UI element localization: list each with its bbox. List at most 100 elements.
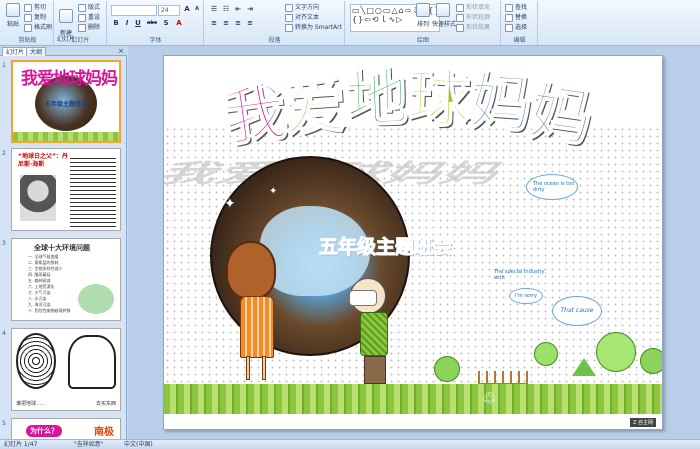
select-button[interactable]: 选择 <box>505 22 527 32</box>
text-direction-label: 文字方向 <box>295 4 320 11</box>
tab-slides[interactable]: 幻灯片 <box>2 47 29 56</box>
tab-outline[interactable]: 大纲 <box>26 47 47 56</box>
align-right-button[interactable]: ≡ <box>233 19 243 28</box>
shape-effects-button[interactable]: 形状效果 <box>456 22 490 32</box>
replace-button[interactable]: 替换 <box>505 12 527 22</box>
thumb-subtitle: 五年级主题班会 <box>45 101 88 108</box>
caption-left: 谁把地球…… <box>16 401 47 407</box>
speech-bubble: That cause <box>552 296 602 326</box>
font-color-button[interactable]: A <box>174 19 184 28</box>
find-button[interactable]: 查找 <box>505 2 527 12</box>
girl-hair <box>226 241 276 299</box>
language-indicator[interactable]: 中文(中国) <box>124 440 153 449</box>
strikethrough-button[interactable]: abc <box>145 19 159 28</box>
slide-counter: 幻灯片 1/47 <box>4 441 38 448</box>
format-painter-label: 格式刷 <box>34 24 53 31</box>
align-text-button[interactable]: 对齐文本 <box>285 12 319 22</box>
justify-button[interactable]: ≡ <box>245 19 255 28</box>
tree <box>434 356 460 382</box>
cut-button[interactable]: 剪切 <box>24 2 46 12</box>
thumb-title: “地球日之父”：丹尼斯·海斯 <box>18 153 68 168</box>
paragraph-group-label: 段落 <box>268 37 281 44</box>
align-center-button[interactable]: ≡ <box>221 19 231 28</box>
title-char: 地 <box>344 60 411 137</box>
slide-thumbnail-1[interactable]: 我爱地球妈妈 五年级主题班会 <box>11 60 121 143</box>
clipboard-group: 粘贴 剪切 复制 格式刷 剪贴板 <box>2 1 54 45</box>
slide-thumbnail-4[interactable]: 谁把地球…… 去买东西 <box>11 328 121 411</box>
portrait-image <box>20 175 56 221</box>
copy-button[interactable]: 复制 <box>24 12 46 22</box>
font-name-select[interactable] <box>111 5 157 16</box>
sparkle-icon: ✦ <box>269 186 278 197</box>
numbering-button[interactable]: ☷ <box>221 5 231 14</box>
slide-thumbnail-2[interactable]: “地球日之父”：丹尼斯·海斯 <box>11 148 121 231</box>
bullets-button[interactable]: ☰ <box>209 5 219 14</box>
align-left-button[interactable]: ≡ <box>209 19 219 28</box>
sparkle-icon: ✦ <box>224 196 236 212</box>
grow-font-button[interactable]: A <box>182 5 192 14</box>
slides-panel: 幻灯片 大纲 × 1 我爱地球妈妈 五年级主题班会 2 “地球日之父”：丹尼斯·… <box>0 46 127 448</box>
decoration-shape <box>78 284 114 314</box>
issue-list: 一. 全球气候变暖 二. 臭氧层的损耗 三. 生物多样性减少 四. 酸雨蔓延 五. 森林… <box>28 254 71 314</box>
slide-thumbnail-3[interactable]: 全球十大环境问题 一. 全球气候变暖 二. 臭氧层的损耗 三. 生物多样性减少 四. … <box>11 238 121 321</box>
grass-strip <box>164 384 662 414</box>
shape-fill-button[interactable]: 形状填充 <box>456 2 490 12</box>
caption-right: 去买东西 <box>95 401 116 407</box>
slide-subtitle[interactable]: 五年级主题班会 <box>318 232 452 259</box>
decrease-indent-button[interactable]: ⇤ <box>233 5 243 14</box>
cut-label: 剪切 <box>34 4 47 11</box>
shadow-button[interactable]: S <box>161 19 171 28</box>
thumb-side: 南极 <box>94 427 114 438</box>
quick-styles-button[interactable]: 快速样式 <box>432 3 456 28</box>
text-direction-icon <box>285 3 293 12</box>
reset-button[interactable]: 重设 <box>78 12 100 22</box>
paint-bucket-icon <box>456 3 464 12</box>
format-painter-button[interactable]: 格式刷 <box>24 22 52 32</box>
tree <box>534 342 558 366</box>
paste-icon <box>6 3 20 17</box>
increase-indent-button[interactable]: ⇥ <box>245 5 255 14</box>
slide-number: 1 <box>2 62 6 69</box>
copy-icon <box>24 13 32 22</box>
cartoon-earth <box>16 333 56 389</box>
arrange-button[interactable]: 排列 <box>414 3 432 28</box>
tree <box>596 332 636 372</box>
reset-icon <box>78 13 86 22</box>
italic-button[interactable]: I <box>122 19 132 28</box>
bubble-text: The special Industry, with <box>494 269 547 281</box>
boy-shirt <box>360 312 388 356</box>
bubble-text: The ocean is too dirty <box>533 181 575 193</box>
slides-group: 新建 幻灯片 版式 重设 删除 幻灯片 <box>55 1 107 45</box>
house-roof <box>572 358 596 376</box>
cursor-icon <box>505 23 513 32</box>
font-size-select[interactable]: 24 <box>158 5 180 16</box>
cartoon-figure <box>68 335 116 389</box>
bold-button[interactable]: B <box>111 19 121 28</box>
delete-icon <box>78 23 86 32</box>
shape-outline-button[interactable]: 形状轮廓 <box>456 12 490 22</box>
speech-bubble: I'm sorry <box>509 288 543 304</box>
speech-bubble: The ocean is too dirty <box>526 174 578 200</box>
reset-label: 重设 <box>88 14 101 21</box>
grass-strip <box>13 132 119 141</box>
font-group: 24 A A B I U abc S A 字体 <box>108 1 204 45</box>
drawing-group-label: 绘图 <box>416 37 429 44</box>
shrink-font-button[interactable]: A <box>192 5 202 14</box>
girl-leg <box>262 356 266 380</box>
smartart-icon <box>285 23 293 32</box>
smartart-button[interactable]: 转换为 SmartArt <box>285 22 342 32</box>
close-icon[interactable]: × <box>118 47 124 55</box>
drawing-group: ▭╲□○▭△⌂⇨⇩☆{}{}⇦⟲ｌ∿▷ 排列 快速样式 形状填充 形状轮廓 形状… <box>346 1 501 45</box>
effects-icon <box>456 23 464 32</box>
slide-number: 2 <box>2 150 6 157</box>
text-block <box>70 155 116 227</box>
underline-button[interactable]: U <box>133 19 143 28</box>
text-direction-button[interactable]: 文字方向 <box>285 2 319 12</box>
delete-slide-button[interactable]: 删除 <box>78 22 100 32</box>
layout-button[interactable]: 版式 <box>78 2 100 12</box>
slide-number: 3 <box>2 240 6 247</box>
slide-canvas[interactable]: 我爱地球妈妈 ✦ ✦ 我爱地球妈妈 五年级主题班会 The ocean is t… <box>163 55 663 430</box>
pen-icon <box>456 13 464 22</box>
paste-button[interactable]: 粘贴 <box>5 3 21 28</box>
shape-fill-label: 形状填充 <box>466 4 491 11</box>
